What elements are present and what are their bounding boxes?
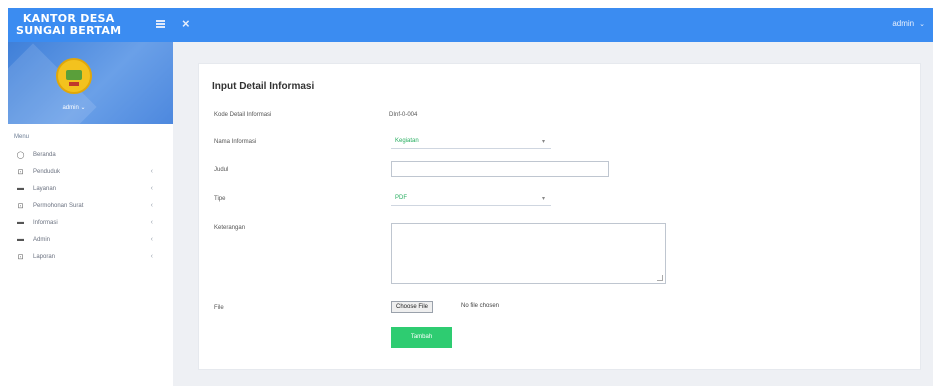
user-menu[interactable]: admin ⌄ — [892, 19, 925, 28]
village-logo — [56, 58, 92, 94]
nama-select-value: Kegiatan — [395, 138, 419, 144]
list-icon: ▬ — [17, 236, 24, 243]
profile-name[interactable]: admin ⌄ — [8, 104, 140, 111]
input-detail-card: Input Detail Informasi Kode Detail Infor… — [198, 63, 921, 370]
kode-value: DInf-0-004 — [389, 112, 418, 118]
sidebar-item-admin[interactable]: ▬ Admin ‹ — [8, 231, 173, 248]
judul-input[interactable] — [391, 161, 609, 177]
folder-icon: ⊡ — [17, 168, 24, 176]
nama-informasi-select[interactable]: Kegiatan ▾ — [391, 135, 551, 149]
folder-icon: ⊡ — [17, 253, 24, 261]
page-title: Input Detail Informasi — [212, 81, 315, 92]
brand[interactable]: KANTOR DESA SUNGAI BERTAM — [8, 8, 173, 42]
chevron-left-icon: ‹ — [150, 202, 153, 209]
sidebar-item-label: Laporan — [33, 253, 56, 260]
menu-header: Menu — [14, 134, 30, 140]
home-icon: ◯ — [16, 151, 25, 159]
nama-label: Nama Informasi — [214, 139, 257, 145]
file-status: No file chosen — [461, 303, 500, 309]
sidebar-item-permohonan-surat[interactable]: ⊡ Permohonan Surat ‹ — [8, 197, 173, 214]
sidebar-item-label: Admin — [33, 236, 51, 243]
tipe-label: Tipe — [214, 196, 226, 202]
file-label: File — [214, 305, 224, 311]
keterangan-textarea[interactable] — [391, 223, 666, 284]
sidebar-item-laporan[interactable]: ⊡ Laporan ‹ — [8, 248, 173, 265]
sidebar-item-label: Beranda — [33, 151, 56, 158]
kode-label: Kode Detail Informasi — [214, 112, 272, 118]
sidebar-item-label: Layanan — [33, 185, 57, 192]
chevron-left-icon: ‹ — [150, 253, 153, 260]
judul-label: Judul — [214, 167, 229, 173]
top-navbar: KANTOR DESA SUNGAI BERTAM × admin ⌄ — [8, 8, 933, 42]
sidebar-item-beranda[interactable]: ◯ Beranda — [8, 146, 173, 163]
chevron-down-icon: ⌄ — [919, 20, 925, 28]
app-frame: KANTOR DESA SUNGAI BERTAM × admin ⌄ admi… — [8, 8, 933, 386]
sidebar-item-label: Permohonan Surat — [33, 202, 84, 209]
chevron-left-icon: ‹ — [150, 236, 153, 243]
tipe-select-value: PDF — [395, 195, 407, 201]
hamburger-menu-icon[interactable] — [156, 20, 165, 28]
sidebar-item-informasi[interactable]: ▬ Informasi ‹ — [8, 214, 173, 231]
sidebar-item-layanan[interactable]: ▬ Layanan ‹ — [8, 180, 173, 197]
sidebar-item-label: Penduduk — [33, 168, 61, 175]
keterangan-label: Keterangan — [214, 225, 246, 231]
sidebar-item-label: Informasi — [33, 219, 58, 226]
sidebar-item-penduduk[interactable]: ⊡ Penduduk ‹ — [8, 163, 173, 180]
brand-line-2: SUNGAI BERTAM — [16, 24, 122, 37]
tipe-select[interactable]: PDF ▾ — [391, 192, 551, 206]
sidebar: admin ⌄ Menu ◯ Beranda ⊡ Penduduk ‹ ▬ La… — [8, 42, 173, 386]
chevron-left-icon: ‹ — [150, 185, 153, 192]
choose-file-button[interactable]: Choose File — [391, 301, 434, 313]
chevron-left-icon: ‹ — [150, 219, 153, 226]
list-icon: ▬ — [17, 185, 24, 192]
tambah-button[interactable]: Tambah — [391, 327, 452, 348]
close-icon[interactable]: × — [182, 17, 190, 31]
folder-icon: ⊡ — [17, 202, 24, 210]
sidebar-profile: admin ⌄ — [8, 42, 173, 124]
chevron-left-icon: ‹ — [150, 168, 153, 175]
sidebar-nav: ◯ Beranda ⊡ Penduduk ‹ ▬ Layanan ‹ ⊡ Per… — [8, 146, 173, 265]
user-name: admin — [892, 19, 915, 28]
caret-down-icon: ▾ — [541, 196, 545, 202]
list-icon: ▬ — [17, 219, 24, 226]
caret-down-icon: ▾ — [541, 139, 545, 145]
brand-title: KANTOR DESA SUNGAI BERTAM — [16, 13, 121, 37]
